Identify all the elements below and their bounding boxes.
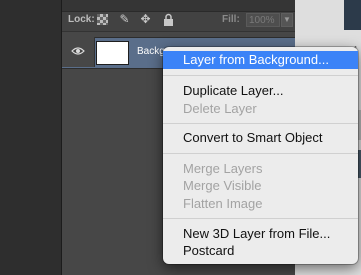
lock-label: Lock:	[68, 14, 95, 25]
lock-position-icon[interactable]: ✥	[139, 13, 152, 26]
lock-transparent-pixels-icon[interactable]	[97, 14, 108, 25]
menu-item-merge-visible[interactable]: Merge Visible	[163, 177, 358, 195]
eye-icon[interactable]	[71, 44, 85, 58]
menu-separator	[163, 153, 358, 154]
menu-item-layer-from-background[interactable]: Layer from Background...	[163, 51, 358, 69]
fill-input[interactable]: 100%	[246, 13, 280, 27]
menu-item-delete-layer[interactable]: Delete Layer	[163, 100, 358, 118]
menu-item-postcard[interactable]: Postcard	[163, 242, 358, 260]
context-menu: Layer from Background... Duplicate Layer…	[163, 47, 358, 264]
layer-thumbnail[interactable]	[96, 41, 129, 65]
menu-item-flatten-image[interactable]: Flatten Image	[163, 195, 358, 213]
menu-separator	[163, 218, 358, 219]
panel-header-strip	[62, 0, 295, 12]
lock-all-icon[interactable]	[162, 13, 175, 26]
menu-separator	[163, 123, 358, 124]
fill-label: Fill:	[222, 14, 240, 25]
chevron-down-icon[interactable]: ▼	[281, 13, 293, 27]
thumbnail-image	[344, 0, 361, 30]
lock-image-pixels-icon[interactable]: ✎	[118, 13, 131, 26]
menu-item-new-3d-layer-from-file[interactable]: New 3D Layer from File...	[163, 225, 358, 243]
tools-strip	[0, 0, 62, 275]
menu-separator	[163, 75, 358, 76]
menu-item-merge-layers[interactable]: Merge Layers	[163, 160, 358, 178]
menu-item-convert-to-smart-object[interactable]: Convert to Smart Object	[163, 129, 358, 147]
menu-item-duplicate-layer[interactable]: Duplicate Layer...	[163, 82, 358, 100]
